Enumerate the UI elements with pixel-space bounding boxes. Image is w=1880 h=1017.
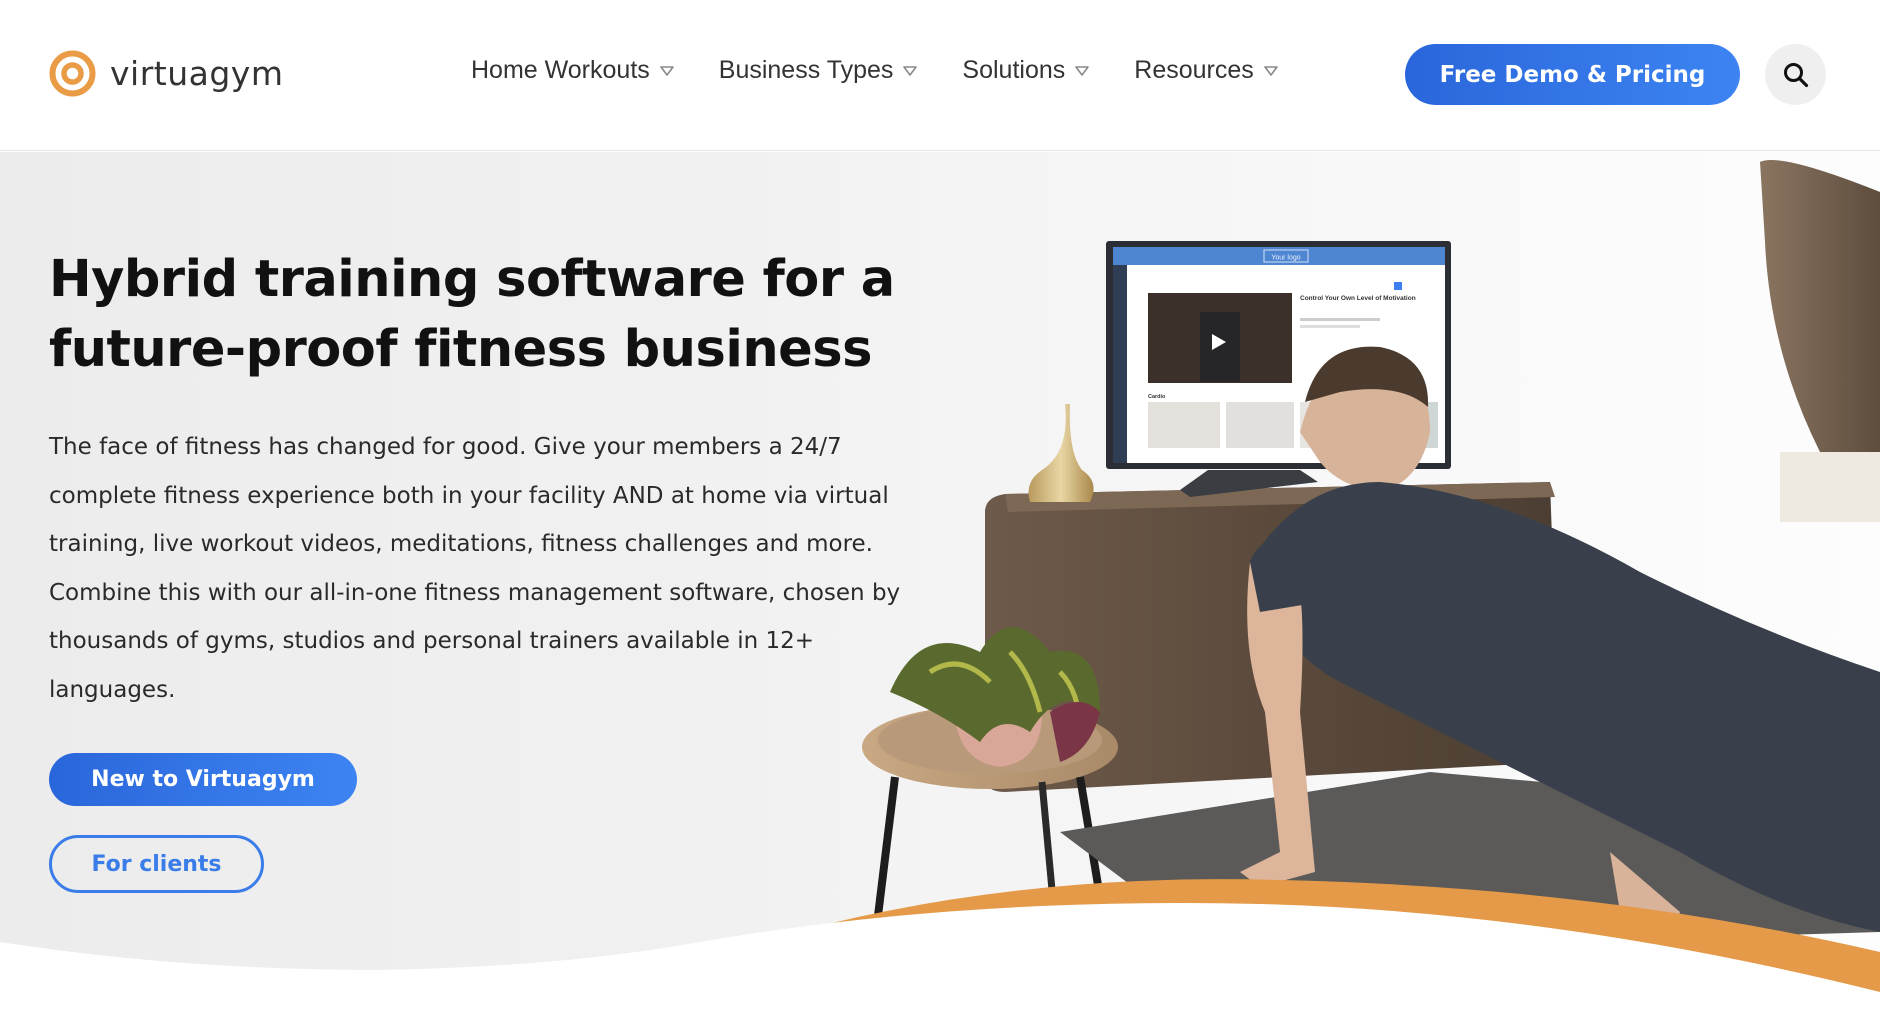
for-clients-button[interactable]: For clients xyxy=(49,835,264,893)
nav-label: Home Workouts xyxy=(471,56,650,84)
search-icon xyxy=(1783,62,1808,87)
hero-title-line-1: Hybrid training software for a xyxy=(49,250,895,309)
nav-label: Resources xyxy=(1134,56,1254,84)
site-header: virtuagym Home Workouts Business Types S… xyxy=(0,0,1880,151)
nav-resources[interactable]: Resources xyxy=(1134,56,1278,85)
logo-ring-icon xyxy=(49,50,96,97)
hero-description: The face of fitness has changed for good… xyxy=(49,434,901,703)
caret-down-icon xyxy=(1075,65,1090,76)
hero-title-line-2: future-proof fitness business xyxy=(49,320,872,379)
caret-down-icon xyxy=(659,65,674,76)
logo-link[interactable]: virtuagym xyxy=(49,50,283,97)
nav-home-workouts[interactable]: Home Workouts xyxy=(471,56,674,85)
caret-down-icon xyxy=(1263,65,1278,76)
nav-label: Business Types xyxy=(718,56,894,84)
new-to-virtuagym-button[interactable]: New to Virtuagym xyxy=(49,753,357,806)
nav-label: Solutions xyxy=(962,56,1066,84)
free-demo-pricing-button[interactable]: Free Demo & Pricing xyxy=(1405,44,1740,105)
main-nav: Home Workouts Business Types Solutions R… xyxy=(471,56,1323,85)
caret-down-icon xyxy=(903,65,918,76)
hero-title: Hybrid training software for a future-pr… xyxy=(49,245,949,385)
search-button[interactable] xyxy=(1765,44,1826,105)
nav-business-types[interactable]: Business Types xyxy=(719,56,918,85)
nav-solutions[interactable]: Solutions xyxy=(962,56,1090,85)
logo-wordmark: virtuagym xyxy=(110,54,284,93)
hero-section: Your logo Control Your Own Level of Moti… xyxy=(0,152,1880,1017)
